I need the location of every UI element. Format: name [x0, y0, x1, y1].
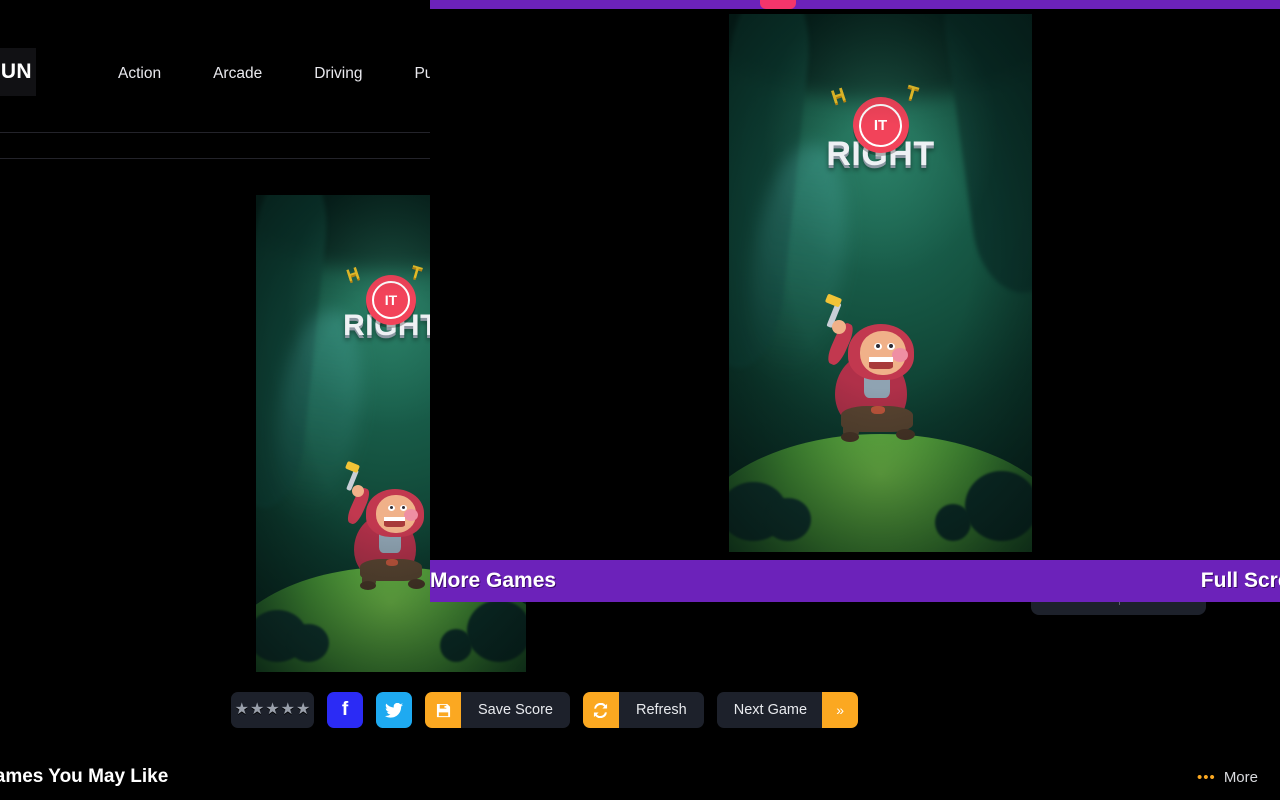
star-icon[interactable]: ★ [250, 702, 264, 718]
header-divider-top [0, 132, 430, 133]
star-icon[interactable]: ★ [296, 702, 310, 718]
overlay-notch [760, 0, 796, 9]
next-game-label: Next Game [716, 692, 823, 728]
screen: FUN Action Arcade Driving Pu [0, 0, 1280, 800]
main-nav: Action Arcade Driving Pu [92, 60, 459, 88]
floppy-disk-icon [425, 692, 461, 728]
more-label: More [1223, 769, 1258, 786]
star-icon[interactable]: ★ [265, 702, 279, 718]
refresh-label: Refresh [618, 692, 704, 728]
more-link[interactable]: ••• More [1197, 769, 1258, 786]
twitter-icon [385, 702, 403, 718]
save-score-label: Save Score [461, 692, 570, 728]
next-game-button[interactable]: Next Game » [716, 692, 859, 728]
full-screen-button[interactable]: Full Screen [1201, 569, 1280, 593]
overlay-bottom-bar: More Games Full Screen [430, 560, 1280, 602]
game-controls-bar: ★ ★ ★ ★ ★ f Save Score Refresh Next Game… [231, 692, 859, 728]
refresh-icon [582, 692, 619, 728]
nav-item-action[interactable]: Action [92, 60, 187, 88]
site-logo[interactable]: FUN [0, 48, 36, 96]
section-title: Games You May Like [0, 766, 169, 787]
game-frame-foreground[interactable]: H T IT RIGHT [729, 14, 1032, 552]
overlay-top-bar [430, 0, 1280, 9]
recommendations-header: Games You May Like ••• More [0, 766, 1280, 798]
star-icon[interactable]: ★ [235, 702, 249, 718]
header-divider-bottom [0, 158, 430, 159]
twitter-share-button[interactable] [376, 692, 412, 728]
save-score-button[interactable]: Save Score [425, 692, 570, 728]
nav-item-arcade[interactable]: Arcade [187, 60, 288, 88]
more-games-button[interactable]: More Games [430, 569, 556, 593]
site-logo-text: FUN [0, 60, 32, 83]
game-overlay-modal: H T IT RIGHT [430, 0, 1280, 602]
site-header: FUN Action Arcade Driving Pu [0, 48, 440, 100]
refresh-button[interactable]: Refresh [582, 692, 704, 728]
chevron-right-icon: » [822, 692, 859, 728]
facebook-share-button[interactable]: f [327, 692, 363, 728]
facebook-icon: f [341, 699, 349, 720]
rating-stars[interactable]: ★ ★ ★ ★ ★ [231, 692, 314, 728]
star-icon[interactable]: ★ [281, 702, 295, 718]
nav-item-driving[interactable]: Driving [288, 60, 388, 88]
game-artwork-large: H T IT RIGHT [729, 14, 1032, 552]
more-dots-icon: ••• [1197, 768, 1216, 786]
